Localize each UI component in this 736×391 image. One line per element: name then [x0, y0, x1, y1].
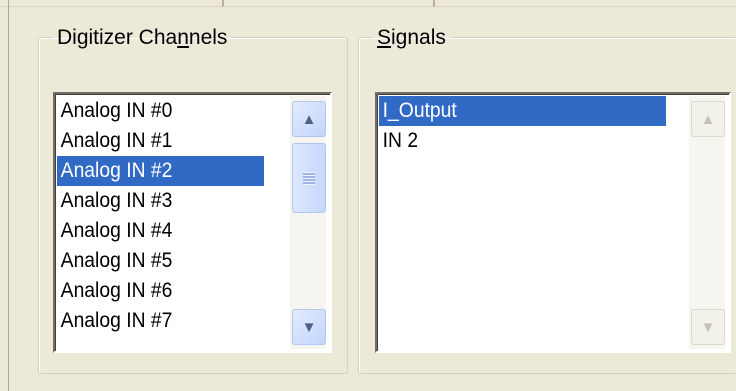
digitizer-channel-items: Analog IN #0 Analog IN #1 Analog IN #2 Anal…	[57, 96, 282, 336]
digitizer-channels-listbox[interactable]: Analog IN #0 Analog IN #1 Analog IN #2 Anal…	[53, 92, 332, 353]
grip-icon	[303, 171, 315, 185]
digitizer-channel-item[interactable]: Analog IN #6	[57, 276, 264, 306]
digitizer-channel-item[interactable]: Analog IN #2	[57, 156, 264, 186]
chevron-down-icon: ▼	[301, 318, 317, 336]
signals-listbox[interactable]: I_Output IN 2 ▲ ▼	[375, 92, 731, 353]
legend-accelerator-s: S	[377, 26, 392, 49]
scroll-up-button[interactable]: ▲	[292, 101, 326, 137]
digitizer-channel-item[interactable]: Analog IN #1	[57, 126, 264, 156]
scroll-down-button[interactable]: ▼	[292, 309, 326, 345]
legend-accelerator-n: n	[177, 26, 189, 49]
chevron-up-icon: ▲	[700, 110, 716, 128]
digitizer-channel-item[interactable]: Analog IN #5	[57, 246, 264, 276]
digitizer-channel-item[interactable]: Analog IN #7	[57, 306, 264, 336]
legend-text-1: Digitizer Cha	[57, 26, 178, 49]
signals-vertical-scrollbar[interactable]: ▲ ▼	[689, 96, 725, 349]
top-divider	[0, 0, 736, 10]
left-border	[8, 0, 9, 391]
scroll-thumb[interactable]	[292, 143, 326, 213]
digitizer-vertical-scrollbar[interactable]: ▲ ▼	[290, 96, 326, 349]
chevron-up-icon: ▲	[301, 110, 317, 128]
digitizer-channel-item[interactable]: Analog IN #4	[57, 216, 264, 246]
signal-item[interactable]: IN 2	[379, 126, 666, 156]
chevron-down-icon: ▼	[700, 318, 716, 336]
signal-item[interactable]: I_Output	[379, 96, 667, 126]
signals-legend: Signals	[373, 27, 450, 48]
signals-scroll-up-button: ▲	[691, 101, 725, 137]
signals-scroll-down-button: ▼	[691, 309, 725, 345]
digitizer-channel-item[interactable]: Analog IN #3	[57, 186, 264, 216]
legend-text-3: ignals	[391, 26, 446, 49]
digitizer-channels-legend: Digitizer Channels	[53, 27, 231, 48]
signal-items: I_Output IN 2	[379, 96, 691, 156]
legend-text-2: nels	[188, 26, 228, 49]
digitizer-channel-item[interactable]: Analog IN #0	[57, 96, 264, 126]
